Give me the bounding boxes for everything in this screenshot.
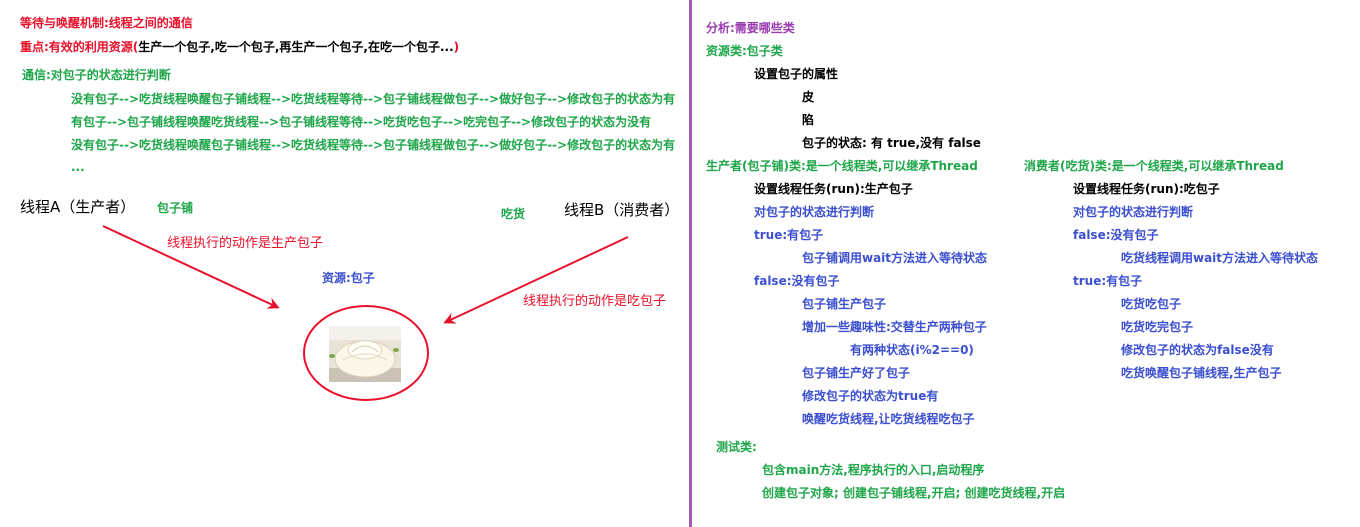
consumer-title: 消费者(吃货)类:是一个线程类,可以继承Thread — [1024, 159, 1284, 173]
producer-set-true: 修改包子的状态为true有 — [802, 389, 939, 403]
vertical-divider — [689, 0, 692, 527]
consumer-judge: 对包子的状态进行判断 — [1073, 205, 1194, 219]
attr-filling: 陷 — [802, 113, 815, 127]
bun-image — [329, 326, 401, 382]
consumer-finished: 吃货吃完包子 — [1121, 320, 1194, 334]
set-attributes: 设置包子的属性 — [754, 67, 839, 81]
consumer-wait: 吃货线程调用wait方法进入等待状态 — [1121, 251, 1319, 265]
arrow-producer-to-resource — [102, 225, 280, 309]
consumer-run: 设置线程任务(run):吃包子 — [1073, 182, 1220, 196]
producer-judge: 对包子的状态进行判断 — [754, 205, 875, 219]
producer-title: 生产者(包子铺)类:是一个线程类,可以继承Thread — [706, 159, 978, 173]
resource-class-title: 资源类:包子类 — [706, 44, 783, 58]
producer-make: 包子铺生产包子 — [802, 297, 887, 311]
test-main: 包含main方法,程序执行的入口,启动程序 — [762, 463, 985, 477]
producer-notify: 唤醒吃货线程,让吃货线程吃包子 — [802, 412, 975, 426]
test-title: 测试类: — [716, 440, 757, 454]
consumer-eat: 吃货吃包子 — [1121, 297, 1182, 311]
consumer-notify: 吃货唤醒包子铺线程,生产包子 — [1121, 366, 1282, 380]
diagram-graphics — [102, 225, 629, 401]
producer-two-states: 有两种状态(i%2==0) — [850, 343, 974, 357]
attr-skin: 皮 — [802, 90, 815, 104]
consumer-true: true:有包子 — [1073, 274, 1143, 288]
producer-false: false:没有包子 — [754, 274, 840, 288]
producer-wait: 包子铺调用wait方法进入等待状态 — [802, 251, 988, 265]
consumer-set-false: 修改包子的状态为false没有 — [1121, 343, 1274, 357]
producer-true: true:有包子 — [754, 228, 824, 242]
producer-fun: 增加一些趣味性:交替生产两种包子 — [802, 320, 987, 334]
attr-state: 包子的状态: 有 true,没有 false — [802, 136, 981, 150]
analysis-title: 分析:需要哪些类 — [706, 21, 795, 35]
arrow-consumer-to-resource — [443, 236, 629, 324]
consumer-false: false:没有包子 — [1073, 228, 1159, 242]
producer-run: 设置线程任务(run):生产包子 — [754, 182, 913, 196]
producer-done: 包子铺生产好了包子 — [802, 366, 911, 380]
test-create: 创建包子对象; 创建包子铺线程,开启; 创建吃货线程,开启 — [762, 486, 1066, 500]
